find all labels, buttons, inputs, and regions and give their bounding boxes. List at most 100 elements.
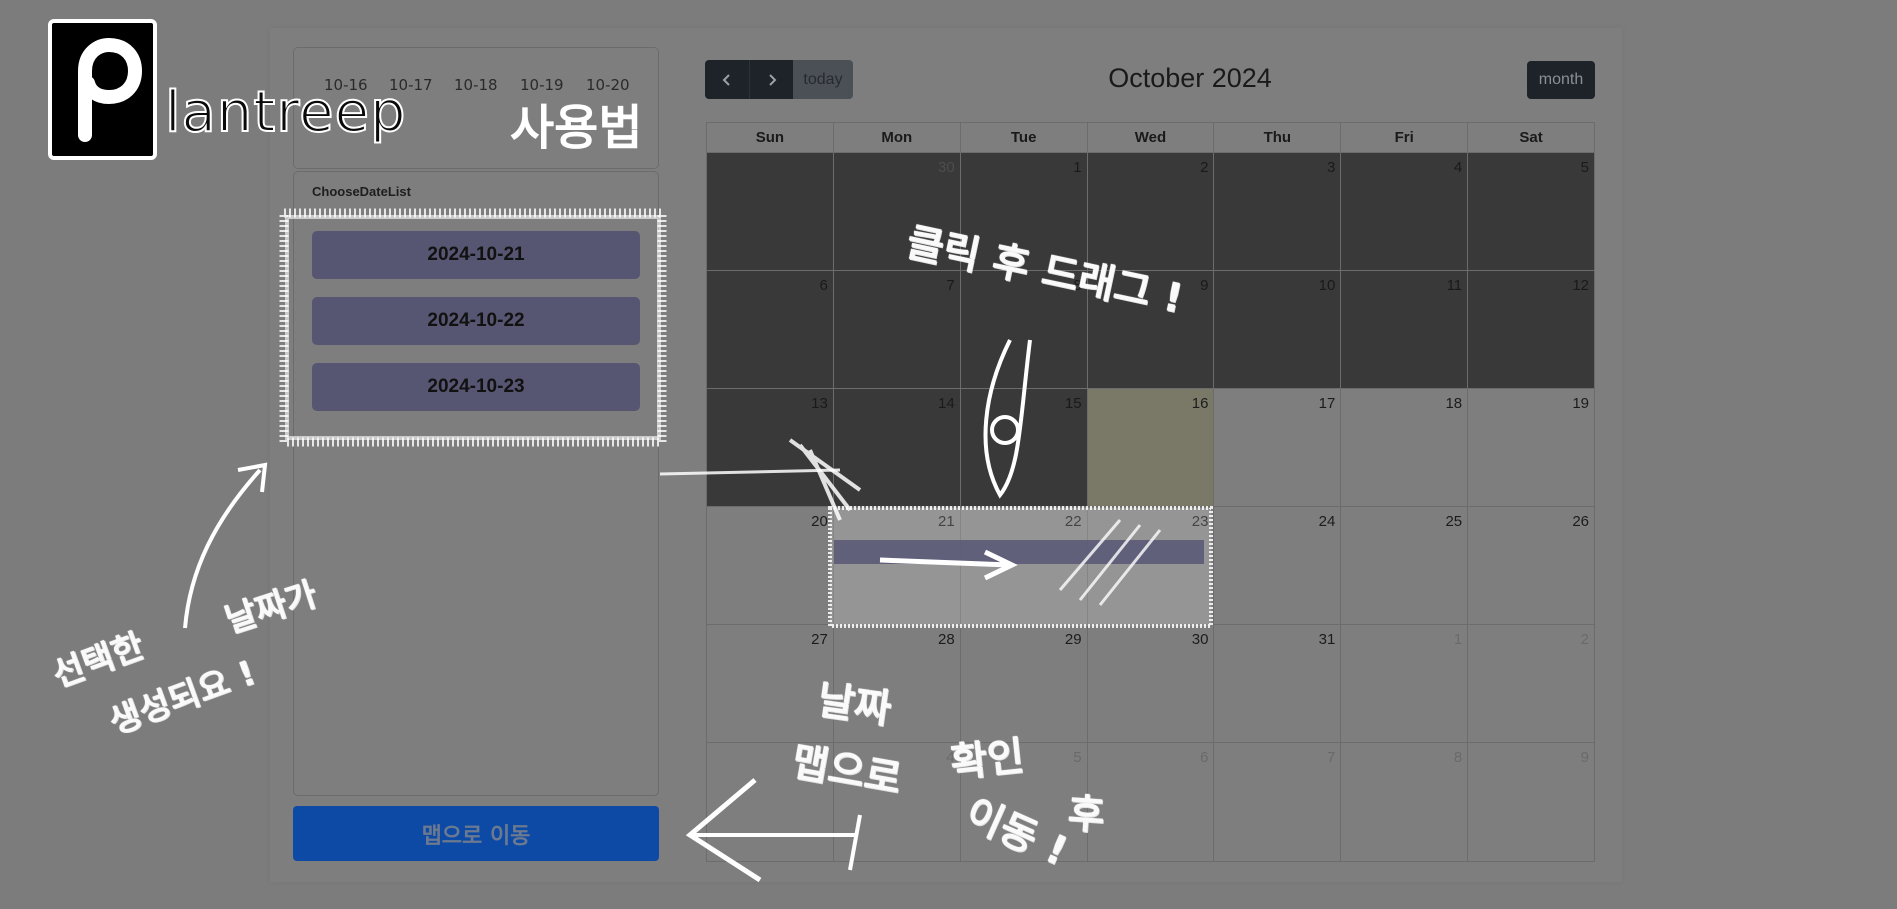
day-cell[interactable]: 17 xyxy=(1214,389,1342,506)
weekday-label: Sat xyxy=(1519,129,1543,146)
day-number: 26 xyxy=(1572,513,1590,530)
week-row: 30 1 2 3 4 5 xyxy=(707,152,1595,270)
day-number: 15 xyxy=(1064,395,1082,412)
day-cell[interactable]: 23 xyxy=(1088,507,1215,624)
strip-day[interactable]: 10-18 xyxy=(454,76,498,94)
day-number: 21 xyxy=(938,513,955,530)
day-number: 8 xyxy=(1453,749,1463,766)
calendar-title: October 2024 xyxy=(1108,63,1272,93)
day-cell[interactable]: 3 xyxy=(1214,153,1342,270)
day-cell[interactable]: 10 xyxy=(1214,271,1342,388)
day-number: 3 xyxy=(1326,159,1336,176)
day-number: 20 xyxy=(811,513,828,530)
day-cell[interactable]: 31 xyxy=(1214,625,1342,742)
day-number: 4 xyxy=(1453,159,1463,176)
logo-p-icon xyxy=(78,37,143,142)
day-cell[interactable]: 18 xyxy=(1341,389,1469,506)
date-item-button[interactable]: 2024-10-23 xyxy=(312,363,640,411)
day-number: 24 xyxy=(1318,513,1336,530)
day-cell[interactable]: 4 xyxy=(1341,153,1469,270)
move-to-map-button[interactable]: 맵으로 이동 xyxy=(293,806,659,861)
day-number: 29 xyxy=(1064,631,1082,648)
day-number: 6 xyxy=(819,277,828,294)
date-item-button[interactable]: 2024-10-21 xyxy=(312,231,640,279)
day-number: 5 xyxy=(1580,159,1590,176)
day-cell[interactable]: 26 xyxy=(1468,507,1594,624)
curved-arrow-head-icon xyxy=(237,462,268,493)
day-number: 6 xyxy=(1200,749,1209,766)
logo-subtitle: 사용법 xyxy=(510,100,643,156)
day-number: 11 xyxy=(1446,277,1463,294)
day-number: 12 xyxy=(1572,277,1590,294)
day-number: 14 xyxy=(938,395,955,412)
day-cell[interactable]: 11 xyxy=(1341,271,1469,388)
day-number: 10 xyxy=(1318,277,1336,294)
weekday-label: Mon xyxy=(834,123,961,152)
day-cell[interactable] xyxy=(707,153,834,270)
day-cell[interactable]: 8 xyxy=(1341,743,1469,861)
day-cell[interactable]: 20 xyxy=(707,507,834,624)
date-item-button[interactable]: 2024-10-22 xyxy=(312,297,640,345)
day-cell[interactable]: 12 xyxy=(1468,271,1595,388)
day-number: 19 xyxy=(1572,395,1590,412)
day-cell[interactable]: 14 xyxy=(833,389,961,506)
list-title: ChooseDateList xyxy=(312,184,411,199)
day-number: 22 xyxy=(1064,513,1082,530)
week-row: 13 14 15 16 17 18 19 xyxy=(707,388,1594,506)
day-number: 30 xyxy=(938,159,955,176)
chevron-right-icon xyxy=(768,73,776,86)
day-number: 1 xyxy=(1073,159,1082,176)
day-number: 25 xyxy=(1445,513,1463,530)
weekday-label: Sun xyxy=(707,123,834,152)
prev-month-button[interactable] xyxy=(705,60,749,99)
day-number: 27 xyxy=(811,631,828,648)
day-cell[interactable]: 24 xyxy=(1214,507,1342,624)
day-number: 23 xyxy=(1191,513,1209,530)
day-number: 2 xyxy=(1580,631,1590,648)
month-view-button[interactable]: month xyxy=(1527,61,1595,99)
day-number: 18 xyxy=(1445,395,1463,412)
day-cell[interactable]: 29 xyxy=(961,625,1088,742)
day-cell[interactable]: 30 xyxy=(1088,625,1215,742)
day-number: 13 xyxy=(811,395,828,412)
logo-wordmark: lantreep xyxy=(164,79,407,146)
day-number: 7 xyxy=(946,277,955,294)
day-cell[interactable]: 9 xyxy=(1468,743,1594,861)
day-number: 5 xyxy=(1073,749,1082,766)
day-number: 2 xyxy=(1200,159,1209,176)
day-number: 1 xyxy=(1453,631,1463,648)
day-number: 17 xyxy=(1318,395,1336,412)
day-cell[interactable]: 19 xyxy=(1468,389,1594,506)
weekday-label: Wed xyxy=(1088,123,1215,152)
weekday-label: Fri xyxy=(1341,123,1469,152)
day-cell[interactable]: 6 xyxy=(707,271,834,388)
day-cell[interactable]: 6 xyxy=(1088,743,1215,861)
day-cell[interactable]: 5 xyxy=(1468,153,1595,270)
logo-box xyxy=(48,19,157,160)
day-number: 9 xyxy=(1580,749,1590,766)
weekday-label: Tue xyxy=(961,123,1088,152)
day-cell[interactable]: 15 xyxy=(960,389,1088,506)
day-cell[interactable]: 7 xyxy=(833,271,961,388)
day-cell[interactable]: 13 xyxy=(707,389,834,506)
day-number: 9 xyxy=(1200,277,1209,294)
next-month-button[interactable] xyxy=(749,60,793,99)
calendar-nav: today xyxy=(705,60,853,99)
day-number: 28 xyxy=(938,631,955,648)
week-row: 20 21 22 23 24 25 26 xyxy=(707,506,1594,624)
day-cell[interactable]: 22 xyxy=(961,507,1088,624)
weekday-header: Sun Mon Tue Wed Thu Fri Sat xyxy=(707,123,1594,152)
annotation-check-date: 날짜 xyxy=(814,677,894,733)
day-number: 31 xyxy=(1318,631,1336,648)
day-cell[interactable]: 2 xyxy=(1468,625,1594,742)
today-cell[interactable]: 16 xyxy=(1087,389,1215,506)
day-cell[interactable]: 25 xyxy=(1341,507,1469,624)
today-button[interactable]: today xyxy=(793,60,853,99)
weekday-label: Thu xyxy=(1214,123,1342,152)
day-cell[interactable]: 1 xyxy=(1341,625,1469,742)
annotation-check: 확인 xyxy=(948,733,1027,787)
chevron-left-icon xyxy=(722,73,730,86)
day-number: 7 xyxy=(1326,749,1336,766)
day-cell[interactable]: 21 xyxy=(834,507,961,624)
day-cell[interactable]: 7 xyxy=(1214,743,1342,861)
